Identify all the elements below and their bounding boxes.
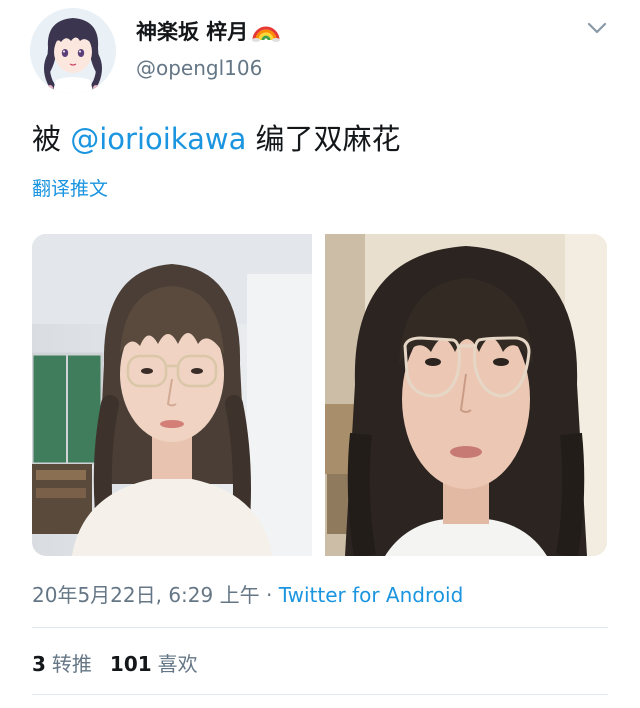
retweets-stat[interactable]: 3 转推 [32, 652, 92, 676]
author-name-row[interactable]: 神楽坂 梓月 [136, 16, 281, 46]
avatar-illustration [30, 8, 116, 94]
photo-1-image [32, 234, 312, 556]
tweet-timestamp-row: 20年5月22日, 6:29 上午 · Twitter for Android [32, 579, 463, 608]
avatar[interactable] [30, 8, 116, 94]
chevron-down-icon[interactable] [584, 18, 610, 38]
likes-label: 喜欢 [157, 652, 198, 676]
rainbow-icon [252, 20, 281, 42]
divider-bottom [32, 694, 608, 695]
tweet-text: 被 @iorioikawa 编了双麻花 [32, 116, 401, 158]
tweet-text-after: 编了双麻花 [246, 122, 401, 156]
divider-top [32, 627, 608, 628]
translate-tweet-link[interactable]: 翻译推文 [32, 174, 108, 201]
timestamp-separator: · [259, 583, 279, 607]
tweet-stats: 3 转推 101 喜欢 [32, 648, 198, 677]
likes-count: 101 [109, 652, 152, 676]
retweets-count: 3 [32, 652, 46, 676]
mention-link[interactable]: @iorioikawa [70, 122, 246, 156]
tweet-source-link[interactable]: Twitter for Android [279, 583, 464, 607]
likes-stat[interactable]: 101 喜欢 [110, 652, 198, 676]
tweet-timestamp[interactable]: 20年5月22日, 6:29 上午 [32, 583, 260, 607]
tweet-text-before: 被 [32, 122, 71, 156]
photo-2-image [325, 234, 607, 556]
media-photo-2[interactable] [325, 234, 607, 556]
author-display-name[interactable]: 神楽坂 梓月 [136, 16, 248, 46]
retweets-label: 转推 [51, 652, 92, 676]
author-handle[interactable]: @opengl106 [136, 56, 262, 80]
media-photo-1[interactable] [32, 234, 312, 556]
